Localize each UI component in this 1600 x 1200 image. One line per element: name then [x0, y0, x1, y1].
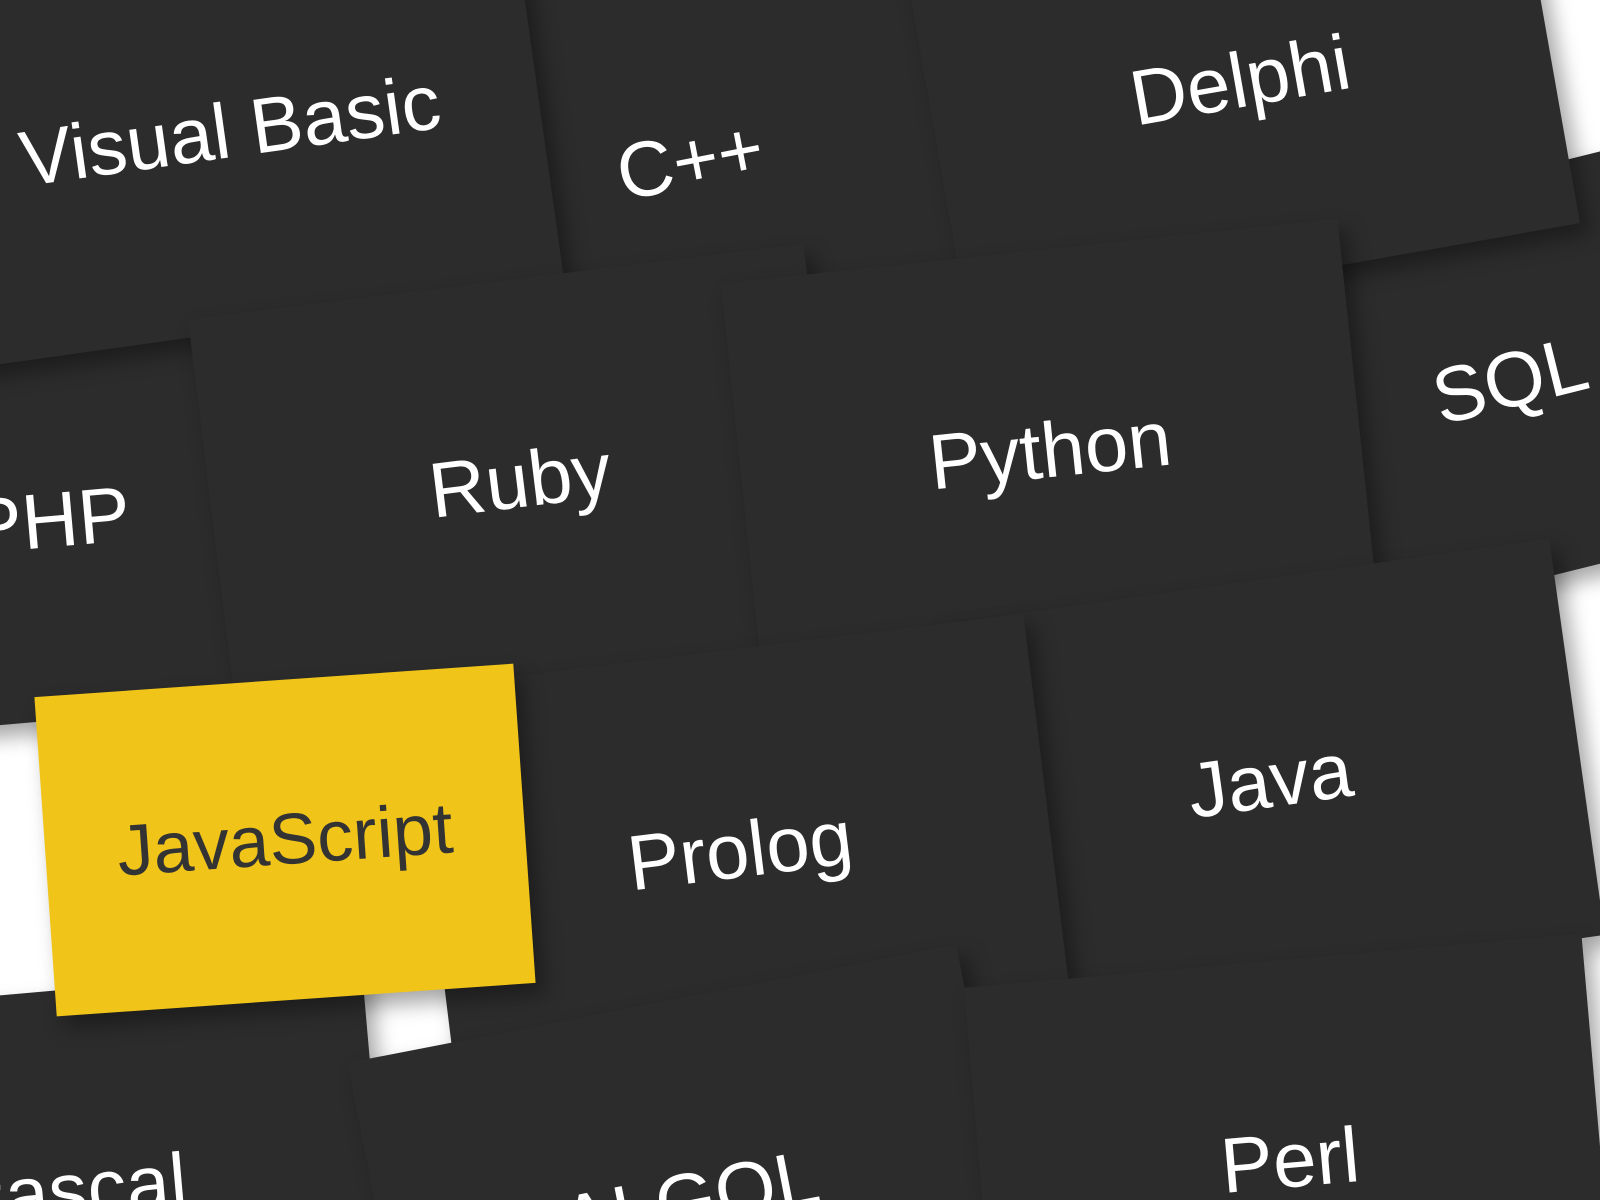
- card-label-algol: ALGOL: [554, 1131, 827, 1200]
- card-label-java: Java: [1182, 723, 1358, 836]
- card-label-delphi: Delphi: [1123, 16, 1357, 144]
- card-label-pascal: Pascal: [0, 1134, 191, 1200]
- card-label-cpp: C++: [609, 101, 771, 218]
- card-label-perl: Perl: [1217, 1109, 1363, 1200]
- card-javascript: JavaScript: [34, 664, 535, 1017]
- card-pile: Visual Basic C++ Delphi PHP Ruby Python SQL Jav…: [0, 0, 1600, 1200]
- card-label-ruby: Ruby: [424, 424, 616, 537]
- card-label-prolog: Prolog: [623, 791, 858, 909]
- card-label-javascript: JavaScript: [114, 787, 455, 892]
- card-label-visual-basic: Visual Basic: [14, 55, 446, 204]
- card-label-sql: SQL: [1423, 317, 1596, 443]
- card-label-php: PHP: [0, 468, 134, 573]
- card-label-python: Python: [924, 392, 1175, 508]
